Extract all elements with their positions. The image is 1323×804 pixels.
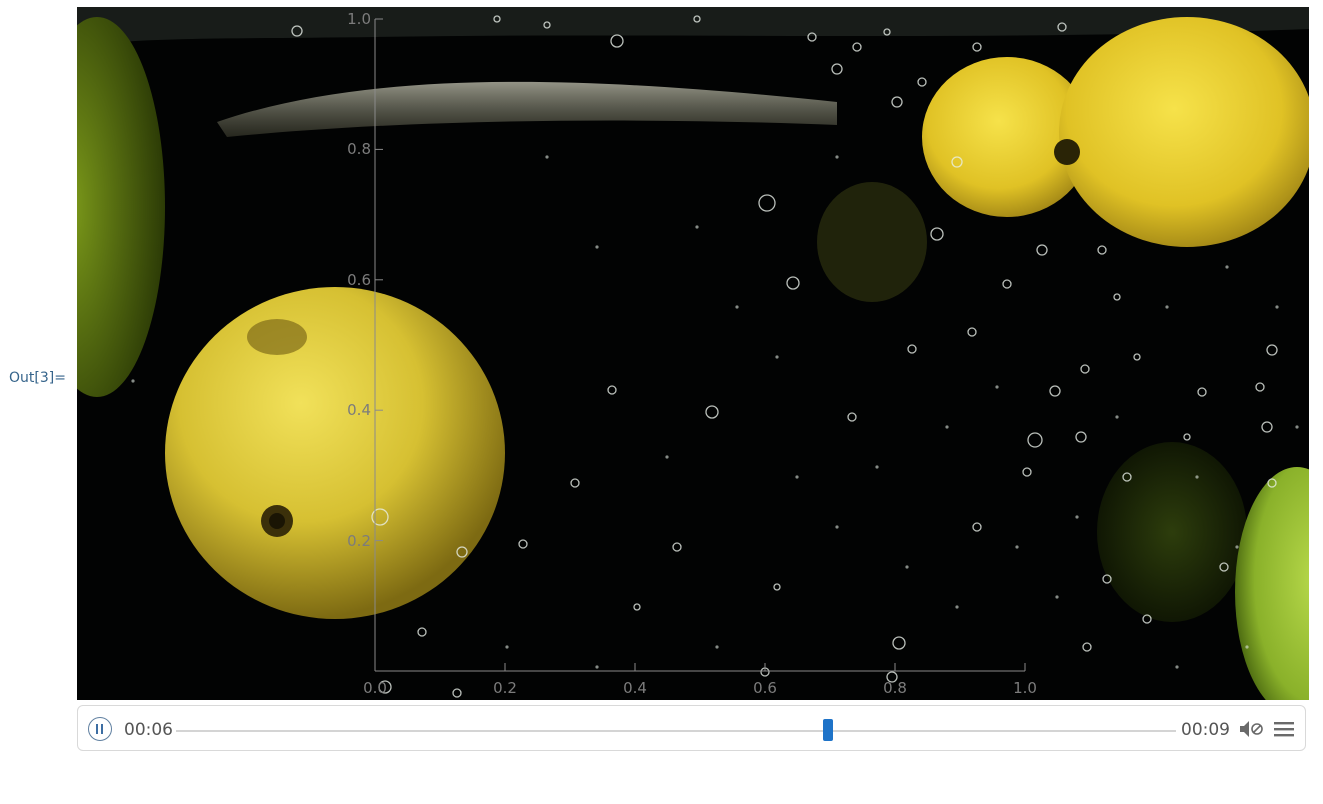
y-tick-label: 0.4 bbox=[347, 401, 371, 420]
y-tick-label: 0.8 bbox=[347, 140, 371, 159]
plot-tick-labels: 0.0 0.2 0.4 0.6 0.8 1.0 0.2 0.4 0.6 0.8 1.0 bbox=[77, 7, 1309, 700]
seek-bar[interactable] bbox=[176, 719, 1176, 741]
seek-thumb[interactable] bbox=[822, 719, 833, 741]
current-time: 00:06 bbox=[124, 720, 173, 740]
y-tick-label: 0.6 bbox=[347, 270, 371, 289]
video-frame[interactable]: 0.0 0.2 0.4 0.6 0.8 1.0 0.2 0.4 0.6 0.8 1.0 bbox=[77, 7, 1309, 700]
x-tick-label: 0.6 bbox=[753, 679, 777, 697]
x-tick-label: 0.2 bbox=[493, 679, 517, 697]
y-tick-label: 0.2 bbox=[347, 531, 371, 550]
duration: 00:09 bbox=[1181, 720, 1230, 740]
x-tick-label: 0.8 bbox=[883, 679, 907, 697]
x-tick-label: 0.0 bbox=[363, 679, 387, 697]
x-tick-label: 0.4 bbox=[623, 679, 647, 697]
hamburger-menu-icon[interactable] bbox=[1274, 720, 1294, 738]
speaker-muted-icon[interactable] bbox=[1238, 719, 1266, 739]
y-tick-label: 1.0 bbox=[347, 10, 371, 28]
output-cell-label: Out[3]= bbox=[9, 370, 66, 386]
x-tick-label: 1.0 bbox=[1013, 679, 1037, 697]
video-controls: 00:06 00:09 bbox=[77, 705, 1306, 751]
pause-icon[interactable] bbox=[88, 717, 112, 741]
